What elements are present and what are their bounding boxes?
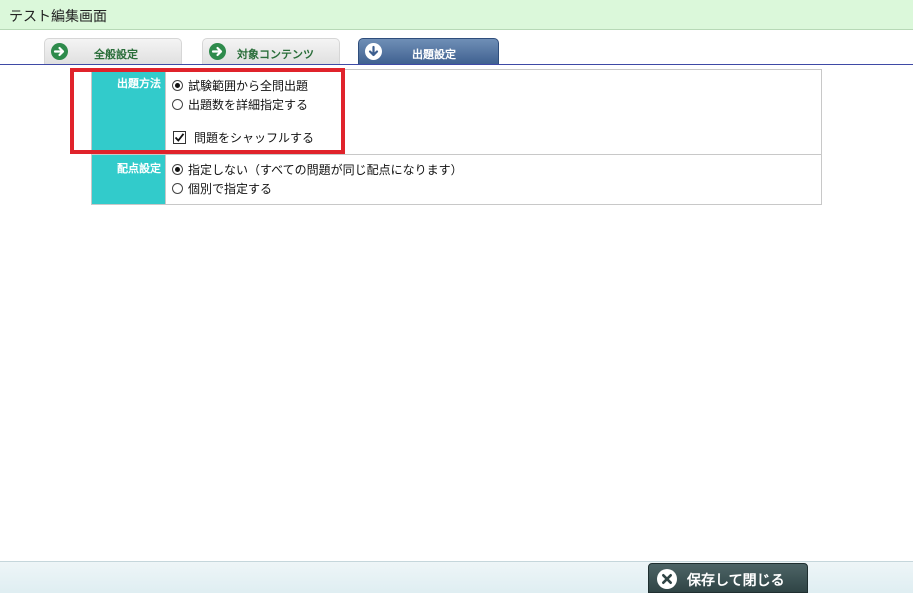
- option-label: 出題数を詳細指定する: [188, 98, 309, 112]
- arrow-down-circle-icon: [365, 43, 382, 60]
- radio-button[interactable]: [172, 80, 183, 91]
- tab-divider: [0, 64, 913, 65]
- window-title: テスト編集画面: [9, 9, 107, 25]
- shuffle-label: 問題をシャッフルする: [194, 131, 315, 145]
- option-detailed-count[interactable]: 出題数を詳細指定する: [166, 96, 821, 115]
- tab-label: 全般設定: [94, 48, 138, 61]
- arrow-right-circle-icon: [51, 43, 68, 60]
- tab-general-settings[interactable]: 全般設定: [44, 38, 182, 64]
- title-bar: テスト編集画面: [0, 0, 913, 30]
- tab-question-settings[interactable]: 出題設定: [358, 38, 499, 65]
- option-individual-score[interactable]: 個別で指定する: [166, 180, 821, 199]
- tab-target-contents[interactable]: 対象コンテンツ: [202, 38, 340, 64]
- question-method-row: 出題方法 試験範囲から全問出題 出題数を詳細指定する 問題をシャッフルする: [92, 70, 821, 155]
- tab-label: 対象コンテンツ: [237, 48, 314, 61]
- question-method-options: 試験範囲から全問出題 出題数を詳細指定する 問題をシャッフルする: [165, 70, 821, 154]
- arrow-right-circle-icon: [209, 43, 226, 60]
- option-no-score[interactable]: 指定しない（すべての問題が同じ配点になります）: [166, 161, 821, 180]
- option-all-questions[interactable]: 試験範囲から全問出題: [166, 77, 821, 96]
- option-label: 指定しない（すべての問題が同じ配点になります）: [188, 163, 463, 177]
- option-label: 試験範囲から全問出題: [188, 79, 309, 93]
- shuffle-option[interactable]: 問題をシャッフルする: [166, 129, 821, 148]
- radio-button[interactable]: [172, 164, 183, 175]
- tab-label: 出題設定: [412, 48, 456, 61]
- radio-button[interactable]: [172, 183, 183, 194]
- score-setting-label: 配点設定: [92, 155, 165, 204]
- score-setting-options: 指定しない（すべての問題が同じ配点になります） 個別で指定する: [165, 155, 821, 204]
- question-method-label: 出題方法: [92, 70, 165, 154]
- option-label: 個別で指定する: [188, 182, 273, 196]
- tab-bar: 全般設定 対象コンテンツ 出題設定: [0, 38, 913, 65]
- close-circle-icon: [657, 569, 677, 589]
- settings-form: 出題方法 試験範囲から全問出題 出題数を詳細指定する 問題をシャッフルする 配点…: [91, 69, 822, 205]
- radio-button[interactable]: [172, 99, 183, 110]
- score-setting-row: 配点設定 指定しない（すべての問題が同じ配点になります） 個別で指定する: [92, 155, 821, 204]
- save-and-close-label: 保存して閉じる: [687, 573, 785, 589]
- save-and-close-button[interactable]: 保存して閉じる: [648, 563, 808, 593]
- shuffle-checkbox[interactable]: [173, 131, 186, 144]
